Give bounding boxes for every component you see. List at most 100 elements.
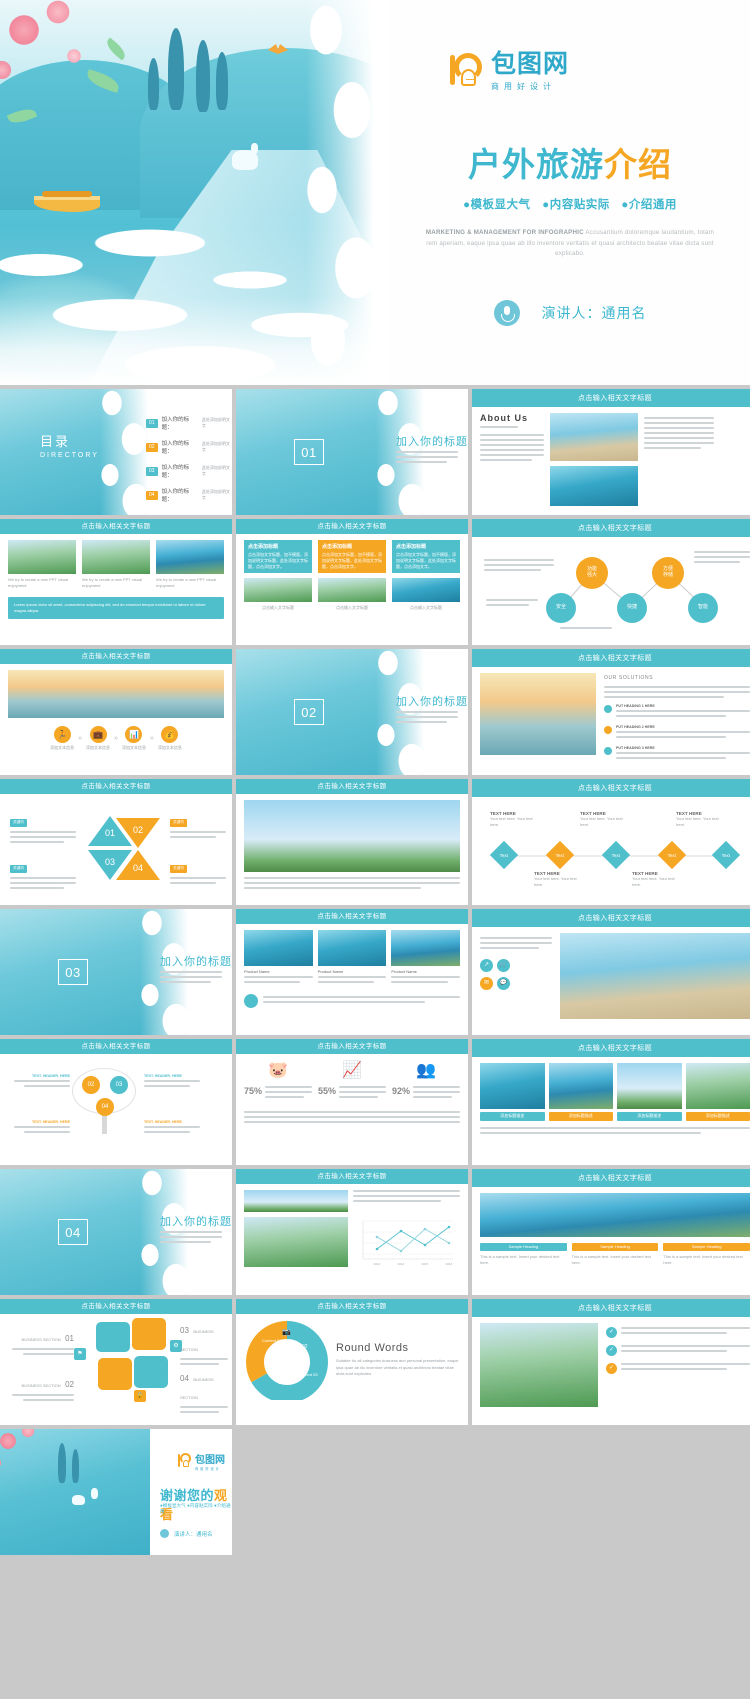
cypress-tree-icon xyxy=(148,58,159,110)
box-3[interactable] xyxy=(98,1358,132,1390)
bubble-body: 点击添加文字标题，加不模版，添加说明文字标题，此处添加文字标题，点击添加文字。 xyxy=(322,552,382,569)
checklist-item[interactable]: ✓ xyxy=(606,1344,750,1356)
cypress-tree-icon xyxy=(196,40,210,112)
chat-icon[interactable]: 💬 xyxy=(497,976,510,990)
slide-social-icons[interactable]: 点击输入相关文字标题 ↗ 🛒 ✉ 💬 xyxy=(472,909,750,1035)
box-1[interactable] xyxy=(96,1322,130,1352)
slide-section-divider-04[interactable]: 04 加入你的标题 xyxy=(0,1169,232,1295)
process-step-2[interactable]: 💼 添加文本信息 xyxy=(86,726,110,751)
photo-tag[interactable]: 添加标题描述 xyxy=(685,1111,750,1121)
slide-about-us[interactable]: 点击输入相关文字标题 About Us xyxy=(472,389,750,515)
sample-heading[interactable]: Sample Heading xyxy=(571,1242,659,1251)
hero-content: 包图网 商用好设计 户外旅游介绍 ●模板显大气 ●内容贴实际 ●介绍通用 MAR… xyxy=(390,0,750,385)
tree-node-03[interactable]: 03 xyxy=(110,1076,128,1094)
directory-label: 加入你的标题： xyxy=(161,441,190,455)
photo-tag[interactable]: 添加标题描述 xyxy=(480,1111,545,1121)
solution-bullet[interactable]: PUT HEADING 3 HERE xyxy=(604,746,750,762)
slide-checklist[interactable]: 点击输入相关文字标题 ✓ ✓ ✓ xyxy=(472,1299,750,1425)
slide-three-images[interactable]: 点击输入相关文字标题 We try to create a new PPT vi… xyxy=(0,519,232,645)
node-bottom-1[interactable]: 安全 xyxy=(546,592,576,623)
sample-body: This is a sample text. Insert your desir… xyxy=(480,1253,560,1265)
label-note: Your text here. Your text here. xyxy=(534,875,577,887)
directory-item[interactable]: 04 加入你的标题： 此处添加说明文字 xyxy=(146,487,232,503)
sample-heading[interactable]: Sample Heading xyxy=(480,1242,567,1251)
slide-section-divider-01[interactable]: 01 加入你的标题 xyxy=(236,389,468,515)
cypress-tree-icon xyxy=(72,1449,79,1483)
slide-solutions[interactable]: 点击输入相关文字标题 OUR SOLUTIONS PUT HEADING 1 H… xyxy=(472,649,750,775)
box-2[interactable] xyxy=(132,1318,166,1350)
slide-full-photo[interactable]: 点击输入相关文字标题 xyxy=(236,779,468,905)
node-top-1[interactable]: 功能 强大 xyxy=(576,556,608,589)
tree-label-bl: TEXT. HEADER. HERE xyxy=(14,1120,70,1136)
photo-tag[interactable]: 添加标题描述 xyxy=(548,1111,613,1121)
directory-item[interactable]: 03 加入你的标题： 此处添加说明文字 xyxy=(146,463,232,479)
box-4[interactable] xyxy=(134,1356,168,1388)
node-bottom-3[interactable]: 智能 xyxy=(688,592,718,623)
tree-node-02[interactable]: 02 xyxy=(82,1076,100,1094)
node-top-2[interactable]: 方便 存储 xyxy=(652,556,684,589)
photo-coast xyxy=(392,578,460,602)
slide-directory[interactable]: 目录 DIRECTORY 01 加入你的标题： 此处添加说明文字 02 加入你的… xyxy=(0,389,232,515)
slide-photo-grid[interactable]: 点击输入相关文字标题 添加标题描述 添加标题描述 添加标题描述 添加标题描述 xyxy=(472,1039,750,1165)
stat-2[interactable]: 📈 xyxy=(318,1060,386,1080)
arrow-icon: » xyxy=(114,735,118,742)
checklist-item[interactable]: ✓ xyxy=(606,1326,750,1338)
slide-thank-you[interactable]: 包图网 商用好设计 谢谢您的观看 ●模板显大气 ●内容贴实际 ●介绍通用 演讲人… xyxy=(0,1429,232,1555)
thanks-presenter-row: 演讲人：通用名 xyxy=(160,1529,213,1538)
checklist-item[interactable]: ✓ xyxy=(606,1362,750,1374)
product-name: Product Name xyxy=(391,969,417,974)
section-number: 04 xyxy=(58,1219,88,1245)
slide-line-chart[interactable]: 点击输入相关文字标题 2013 2014 2015 2016 xyxy=(236,1169,468,1295)
slide-round-words[interactable]: 点击输入相关文字标题 Content 01 📷 02 ✉ Content 03 … xyxy=(236,1299,468,1425)
bubble-footer: 点击输入文字标题 xyxy=(410,605,442,610)
process-step-1[interactable]: 🏃 添加文本信息 xyxy=(50,726,74,751)
tree-node-04[interactable]: 04 xyxy=(96,1098,114,1116)
empty-cell xyxy=(472,1429,750,1555)
people-icon: 👥 xyxy=(416,1062,436,1079)
solution-bullet[interactable]: PUT HEADING 2 HERE xyxy=(604,725,750,741)
runner-icon: 🏃 xyxy=(53,726,71,743)
cart-icon[interactable]: 🛒 xyxy=(497,958,510,972)
process-step-3[interactable]: 📊 添加文本信息 xyxy=(122,726,146,751)
slide-sample-headings[interactable]: 点击输入相关文字标题 Sample Heading This is a samp… xyxy=(472,1169,750,1295)
photo-product-1 xyxy=(244,930,313,966)
money-icon: 💰 xyxy=(161,726,179,743)
label-note: Your text here. Your text here. xyxy=(632,875,675,887)
node-bottom-2[interactable]: 快捷 xyxy=(617,592,647,623)
slide-section-divider-02[interactable]: 02 加入你的标题 xyxy=(236,649,468,775)
baotu-lightbulb-logo-icon xyxy=(178,1453,192,1469)
process-step-4[interactable]: 💰 添加文本信息 xyxy=(158,726,182,751)
photo-tag[interactable]: 添加标题描述 xyxy=(617,1111,682,1121)
photo-cliff xyxy=(156,540,224,574)
stat-3[interactable]: 👥 xyxy=(392,1060,460,1080)
check-icon: ✓ xyxy=(606,1326,617,1338)
english-description: MARKETING & MANAGEMENT FOR INFOGRAPHIC A… xyxy=(424,228,716,260)
chart-canvas: 2013 2014 2015 2016 xyxy=(362,1220,453,1266)
slide-triangle-chart[interactable]: 点击输入相关文字标题 01 02 03 04 关键词 关键词 关键词 关键词 xyxy=(0,779,232,905)
slide-node-graph[interactable]: 点击输入相关文字标题 功能 强大 方便 存储 安全 快捷 智能 xyxy=(472,519,750,645)
slide-process-icons[interactable]: 点击输入相关文字标题 🏃 添加文本信息 » 💼 添加文本信息 » 📊 添加文本信… xyxy=(0,649,232,775)
slide-tree-chart[interactable]: 点击输入相关文字标题 02 03 04 TEXT. HEADER. HERE T… xyxy=(0,1039,232,1165)
stat-1[interactable]: 🐷 xyxy=(244,1060,312,1080)
logo-text: 包图网 xyxy=(491,50,570,78)
solution-bullet[interactable]: PUT HEADING 1 HERE xyxy=(604,704,750,720)
slide-speech-bubbles[interactable]: 点击输入相关文字标题 点击添加标题 点击添加文字标题，加不模版，添加说明文字标题… xyxy=(236,519,468,645)
directory-item[interactable]: 01 加入你的标题： 此处添加说明文字 xyxy=(146,415,232,431)
bullet-dot-icon xyxy=(604,704,612,713)
timeline-label-bot-2: TEXT HERE Your text here. Your text here… xyxy=(632,871,684,888)
slide-rounded-boxes[interactable]: 点击输入相关文字标题 ⚑ ⚙ 🔒 BUSINESS SECTION 01 BUS… xyxy=(0,1299,232,1425)
triangle-04[interactable] xyxy=(116,850,160,880)
share-icon[interactable]: ↗ xyxy=(480,958,493,972)
triangle-02[interactable] xyxy=(116,818,160,848)
slide-header: 点击输入相关文字标题 xyxy=(472,519,750,537)
sample-body: This is a sample text. Insert your desir… xyxy=(663,1253,743,1265)
directory-item[interactable]: 02 加入你的标题： 此处添加说明文字 xyxy=(146,439,232,455)
slide-section-divider-03[interactable]: 03 加入你的标题 xyxy=(0,909,232,1035)
bullet-dot-icon xyxy=(244,994,258,1008)
slide-product-grid[interactable]: 点击输入相关文字标题 Product Name Product Name Pro… xyxy=(236,909,468,1035)
slide-diamond-timeline[interactable]: 点击输入相关文字标题 TEXT HERE Your text here. You… xyxy=(472,779,750,905)
mail-icon[interactable]: ✉ xyxy=(480,976,493,990)
slide-stats[interactable]: 点击输入相关文字标题 🐷 📈 👥 75% 55% 92% xyxy=(236,1039,468,1165)
sample-heading[interactable]: Sample Heading xyxy=(663,1242,750,1251)
section-label-04: 04 BUSINESS SECTION xyxy=(180,1368,228,1416)
